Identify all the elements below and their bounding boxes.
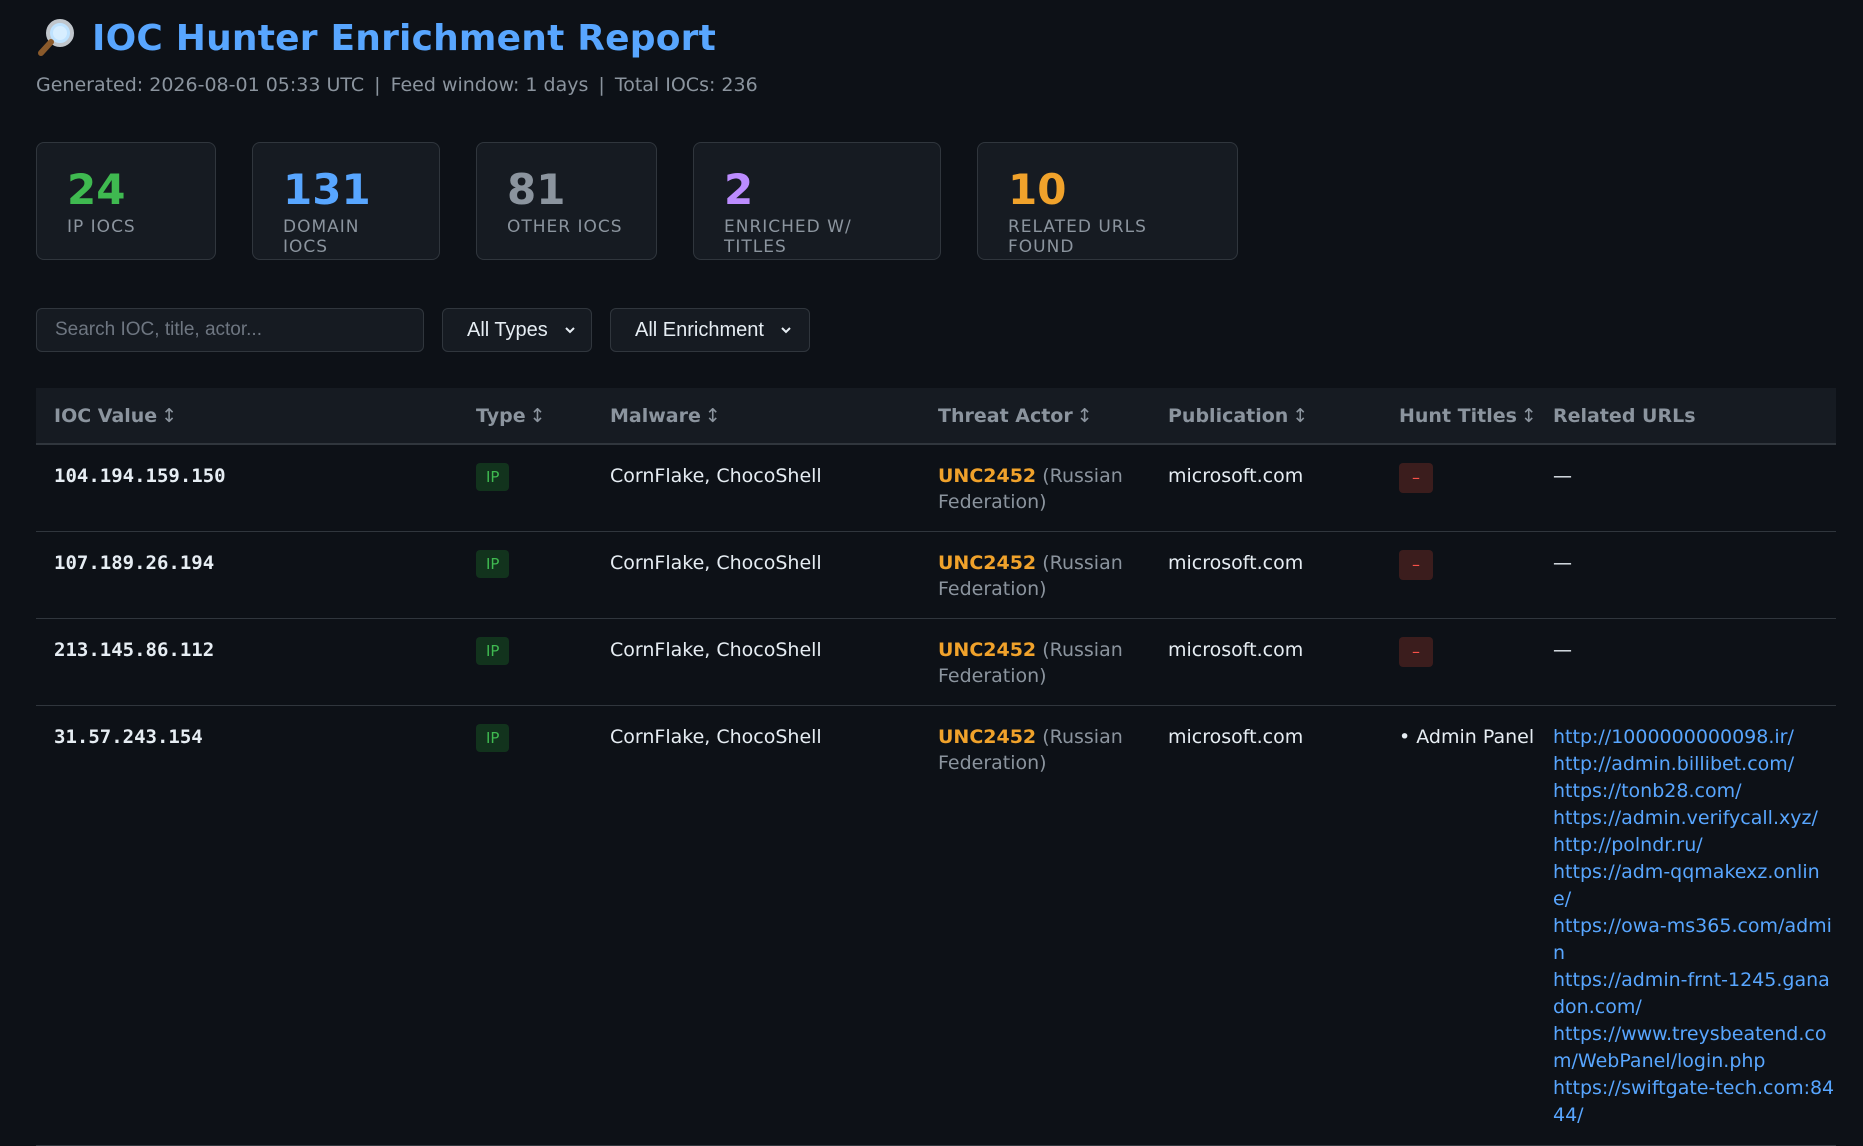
sort-icon: ↕ xyxy=(1520,404,1537,427)
actor-cell: UNC2452 (Russian Federation) xyxy=(920,444,1150,532)
malware-cell: CornFlake, ChocoShell xyxy=(610,552,822,574)
actor-cell: UNC2452 (Russian Federation) xyxy=(920,619,1150,706)
related-urls: http://1000000000098.ir/ http://admin.bi… xyxy=(1535,706,1836,1146)
related-url-link[interactable]: https://tonb28.com/ xyxy=(1553,778,1836,805)
type-badge: IP xyxy=(476,724,510,752)
sort-icon: ↕ xyxy=(704,404,721,427)
stat-label: Domain IOCs xyxy=(283,217,360,257)
meta-separator: | xyxy=(374,74,381,96)
actor-cell: UNC2452 (Russian Federation) xyxy=(920,706,1150,1146)
type-filter-value: All Types xyxy=(467,318,548,341)
ioc-value: 107.189.26.194 xyxy=(54,552,215,574)
actor-name: UNC2452 xyxy=(938,639,1037,661)
ioc-value: 213.145.86.112 xyxy=(54,639,215,661)
no-hunt-badge: – xyxy=(1399,637,1433,667)
related-url-link[interactable]: http://polndr.ru/ xyxy=(1553,832,1836,859)
publication-cell: microsoft.com xyxy=(1168,552,1304,574)
page-title: IOC Hunter Enrichment Report xyxy=(92,17,717,59)
stat-label: IP IOCs xyxy=(67,217,136,237)
related-url-link[interactable]: https://admin.verifycall.xyz/ xyxy=(1553,805,1836,832)
publication-cell: microsoft.com xyxy=(1168,465,1304,487)
related-url-link[interactable]: https://owa-ms365.com/admin xyxy=(1553,913,1836,967)
table-row: 107.189.26.194 IP CornFlake, ChocoShell … xyxy=(36,532,1836,619)
column-header-actor[interactable]: Threat Actor ↕ xyxy=(920,388,1150,444)
actor-name: UNC2452 xyxy=(938,552,1037,574)
stat-card-urls: 10 Related URLs Found xyxy=(977,142,1238,260)
stat-label: Related URLs Found xyxy=(1008,217,1147,257)
column-header-malware[interactable]: Malware ↕ xyxy=(592,388,920,444)
table-row: 31.57.243.154 IP CornFlake, ChocoShell U… xyxy=(36,706,1836,1146)
stat-value: 131 xyxy=(283,165,371,214)
column-header-related-urls: Related URLs xyxy=(1553,404,1696,427)
title-row: IOC Hunter Enrichment Report xyxy=(36,14,1827,62)
stat-card-domain: 131 Domain IOCs xyxy=(252,142,440,260)
stat-cards: 24 IP IOCs 131 Domain IOCs 81 Other IOCs… xyxy=(36,142,1827,260)
stat-label: Other IOCs xyxy=(507,217,623,237)
malware-cell: CornFlake, ChocoShell xyxy=(610,639,822,661)
related-url-link[interactable]: http://1000000000098.ir/ xyxy=(1553,724,1836,751)
publication-cell: microsoft.com xyxy=(1168,726,1304,748)
report-meta: Generated: 2026-08-01 05:33 UTC | Feed win… xyxy=(36,74,1827,100)
ioc-table: IOC Value ↕ Type ↕ Malware ↕ Threat Actor ↕ … xyxy=(36,388,1836,1146)
related-url-link[interactable]: https://www.treysbeatend.com/WebPanel/lo… xyxy=(1553,1021,1836,1075)
related-url-link[interactable]: http://admin.billibet.com/ xyxy=(1553,751,1836,778)
stat-value: 81 xyxy=(507,165,566,214)
report-page: IOC Hunter Enrichment Report Generated: … xyxy=(0,0,1863,1146)
stat-label: Enriched w/ Titles xyxy=(724,217,852,257)
related-url-link[interactable]: https://adm-qqmakexz.online/ xyxy=(1553,859,1836,913)
filter-bar: All Types All Enrichment xyxy=(36,308,1827,352)
column-header-type[interactable]: Type ↕ xyxy=(458,388,592,444)
generated-timestamp: Generated: 2026-08-01 05:33 UTC xyxy=(36,74,365,96)
related-url-link[interactable]: https://swiftgate-tech.com:8444/ xyxy=(1553,1075,1836,1129)
malware-cell: CornFlake, ChocoShell xyxy=(610,465,822,487)
enrichment-filter-select[interactable]: All Enrichment xyxy=(610,308,810,352)
urls-empty: — xyxy=(1553,552,1572,574)
malware-cell: CornFlake, ChocoShell xyxy=(610,726,822,748)
sort-icon: ↕ xyxy=(161,404,178,427)
table-row: 104.194.159.150 IP CornFlake, ChocoShell… xyxy=(36,444,1836,532)
column-header-publication[interactable]: Publication ↕ xyxy=(1150,388,1381,444)
enrichment-filter-value: All Enrichment xyxy=(635,318,764,341)
no-hunt-badge: – xyxy=(1399,463,1433,493)
meta-separator: | xyxy=(598,74,605,96)
table-row: 213.145.86.112 IP CornFlake, ChocoShell … xyxy=(36,619,1836,706)
ioc-value: 104.194.159.150 xyxy=(54,465,226,487)
urls-empty: — xyxy=(1553,465,1572,487)
column-header-ioc[interactable]: IOC Value ↕ xyxy=(36,388,458,444)
total-iocs: Total IOCs: 236 xyxy=(614,74,758,96)
related-url-link[interactable]: https://admin-frnt-1245.ganadon.com/ xyxy=(1553,967,1836,1021)
actor-name: UNC2452 xyxy=(938,465,1037,487)
urls-empty: — xyxy=(1553,639,1572,661)
chevron-down-icon xyxy=(781,327,791,334)
table-header-row: IOC Value ↕ Type ↕ Malware ↕ Threat Actor ↕ … xyxy=(36,388,1836,444)
stat-card-other: 81 Other IOCs xyxy=(476,142,657,260)
type-badge: IP xyxy=(476,463,510,491)
magnifier-icon xyxy=(38,19,74,56)
column-header-hunt-titles[interactable]: Hunt Titles ↕ xyxy=(1381,388,1537,444)
stat-value: 10 xyxy=(1008,165,1067,214)
type-badge: IP xyxy=(476,550,510,578)
type-badge: IP xyxy=(476,637,510,665)
stat-value: 24 xyxy=(67,165,126,214)
stat-value: 2 xyxy=(724,165,754,214)
chevron-down-icon xyxy=(565,327,575,334)
actor-name: UNC2452 xyxy=(938,726,1037,748)
sort-icon: ↕ xyxy=(1292,404,1309,427)
sort-icon: ↕ xyxy=(529,404,546,427)
sort-icon: ↕ xyxy=(1076,404,1093,427)
stat-card-ip: 24 IP IOCs xyxy=(36,142,216,260)
stat-card-enriched: 2 Enriched w/ Titles xyxy=(693,142,941,260)
actor-cell: UNC2452 (Russian Federation) xyxy=(920,532,1150,619)
publication-cell: microsoft.com xyxy=(1168,639,1304,661)
type-filter-select[interactable]: All Types xyxy=(442,308,592,352)
search-input[interactable] xyxy=(36,308,424,352)
no-hunt-badge: – xyxy=(1399,550,1433,580)
hunt-title: • Admin Panel xyxy=(1399,726,1535,748)
feed-window: Feed window: 1 days xyxy=(390,74,589,96)
ioc-value: 31.57.243.154 xyxy=(54,726,203,748)
